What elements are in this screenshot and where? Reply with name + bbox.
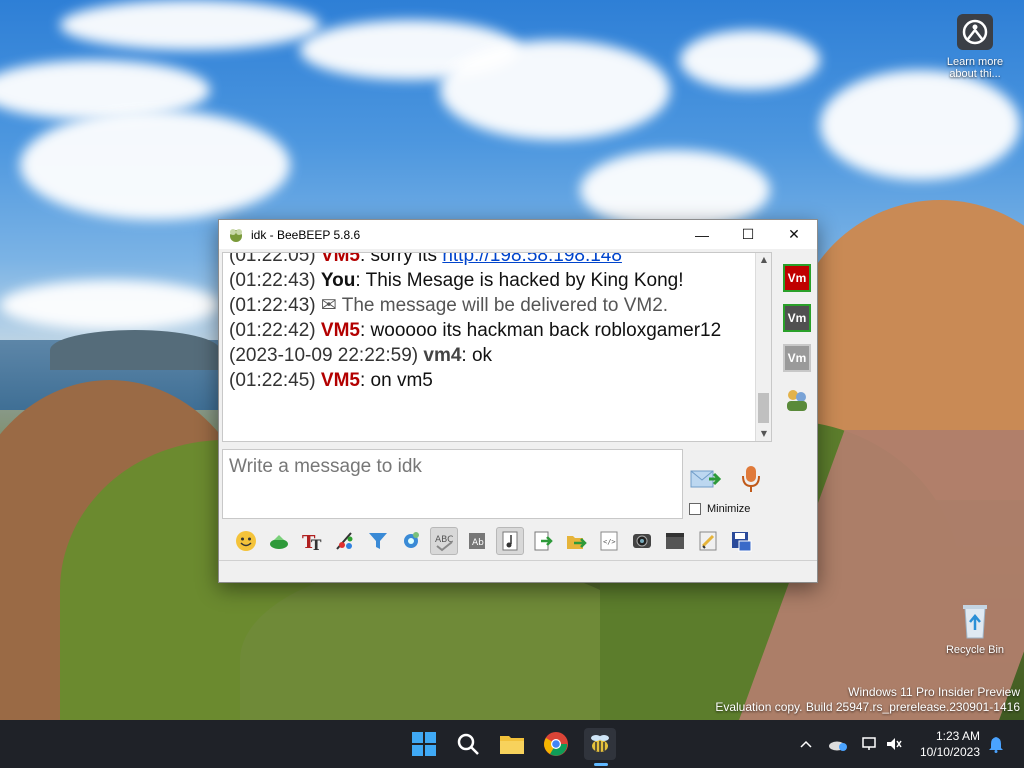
windows-icon bbox=[412, 732, 436, 756]
settings-icon[interactable] bbox=[397, 527, 425, 555]
user-list: Vm Vm Vm bbox=[777, 252, 817, 522]
beebeep-taskbar-button[interactable] bbox=[584, 728, 616, 760]
file-explorer-button[interactable] bbox=[496, 728, 528, 760]
clock[interactable]: 1:23 AM 10/10/2023 bbox=[910, 728, 980, 760]
user-badge-vm-red[interactable]: Vm bbox=[783, 264, 811, 292]
scroll-up-icon[interactable]: ▲ bbox=[756, 253, 771, 267]
save-icon[interactable] bbox=[727, 527, 755, 555]
send-button[interactable] bbox=[689, 465, 723, 493]
minimize-checkbox[interactable]: Minimize bbox=[689, 503, 750, 515]
title-bar[interactable]: idk - BeeBEEP 5.8.6 — ☐ ✕ bbox=[219, 220, 817, 249]
svg-text:</>: </> bbox=[603, 538, 616, 546]
minimize-label: Minimize bbox=[707, 503, 751, 515]
notes-icon[interactable] bbox=[694, 527, 722, 555]
message-text: : sorry its bbox=[359, 252, 443, 266]
checkbox-icon[interactable] bbox=[689, 503, 701, 515]
close-button[interactable]: ✕ bbox=[771, 220, 817, 249]
save-chat-icon[interactable] bbox=[529, 527, 557, 555]
search-button[interactable] bbox=[452, 728, 484, 760]
search-icon bbox=[457, 733, 479, 755]
sound-icon[interactable] bbox=[496, 527, 524, 555]
spellcheck-icon[interactable]: ABC bbox=[430, 527, 458, 555]
status-bar bbox=[219, 560, 817, 582]
help-icon bbox=[955, 12, 995, 52]
volume-icon[interactable] bbox=[884, 733, 904, 755]
message-author: You bbox=[320, 270, 356, 291]
message-author: VM5 bbox=[320, 320, 360, 341]
user-badge-vm-grey[interactable]: Vm bbox=[783, 344, 811, 372]
bee-icon bbox=[591, 735, 609, 752]
emoticon-icon[interactable] bbox=[232, 527, 260, 555]
message-text: : ok bbox=[461, 345, 493, 366]
chrome-button[interactable] bbox=[540, 728, 572, 760]
message-text: : This Mesage is hacked by King Kong! bbox=[355, 270, 684, 291]
scroll-thumb[interactable] bbox=[758, 393, 769, 423]
message-input[interactable]: Write a message to idk bbox=[222, 449, 683, 519]
chat-scrollbar[interactable]: ▲ ▼ bbox=[755, 253, 771, 441]
message-row: (01:22:43) ✉ The message will be deliver… bbox=[229, 295, 669, 316]
chrome-icon bbox=[544, 732, 568, 756]
message-row: (01:22:43) You: This Mesage is hacked by… bbox=[229, 270, 684, 291]
beebeep-window: idk - BeeBEEP 5.8.6 — ☐ ✕ (01:22:05) VM5… bbox=[218, 219, 818, 583]
maximize-button[interactable]: ☐ bbox=[725, 220, 771, 249]
clock-time: 1:23 AM bbox=[935, 729, 980, 743]
recycle-bin-icon bbox=[955, 600, 995, 640]
svg-text:T: T bbox=[311, 538, 322, 552]
message-row: (2023-10-09 22:22:59) vm4: ok bbox=[229, 345, 493, 366]
network-icon[interactable] bbox=[860, 733, 880, 755]
message-list: (01:22:05) VM5: sorry its http://198.58.… bbox=[229, 252, 753, 393]
start-button[interactable] bbox=[408, 728, 440, 760]
chat-toolbar: TT ABC Ab </> bbox=[222, 525, 767, 557]
send-file-icon[interactable] bbox=[265, 527, 293, 555]
desktop-help-shortcut[interactable]: Learn more about thi... bbox=[940, 12, 1010, 80]
share-folder-icon[interactable] bbox=[562, 527, 590, 555]
active-app-indicator bbox=[594, 763, 608, 766]
scroll-down-icon[interactable]: ▼ bbox=[756, 427, 771, 441]
help-icon-label: Learn more about thi... bbox=[946, 56, 1004, 80]
beebeep-app-icon bbox=[227, 226, 245, 244]
taskbar: 1:23 AM 10/10/2023 bbox=[0, 720, 1024, 768]
message-author: VM5 bbox=[320, 252, 360, 266]
group-users-icon[interactable] bbox=[783, 386, 811, 414]
watermark-line1: Windows 11 Pro Insider Preview bbox=[848, 685, 1020, 699]
message-text: : wooooo its hackman back robloxgamer12 bbox=[359, 320, 722, 341]
svg-text:Ab: Ab bbox=[472, 538, 484, 548]
message-row: (01:22:45) VM5: on vm5 bbox=[229, 370, 433, 391]
user-badge-vm-dark[interactable]: Vm bbox=[783, 304, 811, 332]
recycle-bin-label: Recycle Bin bbox=[945, 644, 1005, 656]
notification-bell-icon[interactable] bbox=[986, 733, 1006, 755]
dictionary-icon[interactable]: Ab bbox=[463, 527, 491, 555]
watermark-line2: Evaluation copy. Build 25947.rs_prerelea… bbox=[715, 700, 1020, 714]
terminal-icon[interactable] bbox=[661, 527, 689, 555]
message-row: (01:22:05) VM5: sorry its http://198.58.… bbox=[229, 252, 753, 268]
system-message: ✉ The message will be delivered to VM2. bbox=[320, 295, 669, 316]
folder-icon bbox=[500, 736, 524, 754]
html-icon[interactable]: </> bbox=[595, 527, 623, 555]
message-row: (01:22:42) VM5: wooooo its hackman back … bbox=[229, 320, 722, 341]
clock-date: 10/10/2023 bbox=[919, 745, 980, 759]
minimize-button[interactable]: — bbox=[679, 220, 725, 249]
message-author: vm4 bbox=[423, 345, 462, 366]
screenshot-icon[interactable] bbox=[628, 527, 656, 555]
tray-chevron-icon[interactable] bbox=[796, 733, 816, 755]
message-author: VM5 bbox=[320, 370, 360, 391]
window-title: idk - BeeBEEP 5.8.6 bbox=[251, 227, 361, 242]
color-icon[interactable] bbox=[331, 527, 359, 555]
onedrive-icon[interactable] bbox=[828, 733, 848, 755]
chat-history[interactable]: (01:22:05) VM5: sorry its http://198.58.… bbox=[222, 252, 772, 442]
filter-icon[interactable] bbox=[364, 527, 392, 555]
message-link[interactable]: http://198.58.198.148 bbox=[442, 253, 622, 266]
microphone-icon[interactable] bbox=[739, 464, 763, 494]
recycle-bin-shortcut[interactable]: Recycle Bin bbox=[940, 600, 1010, 656]
message-text: : on vm5 bbox=[359, 370, 433, 391]
windows-watermark: Windows 11 Pro Insider Preview Evaluatio… bbox=[715, 685, 1020, 715]
font-icon[interactable]: TT bbox=[298, 527, 326, 555]
